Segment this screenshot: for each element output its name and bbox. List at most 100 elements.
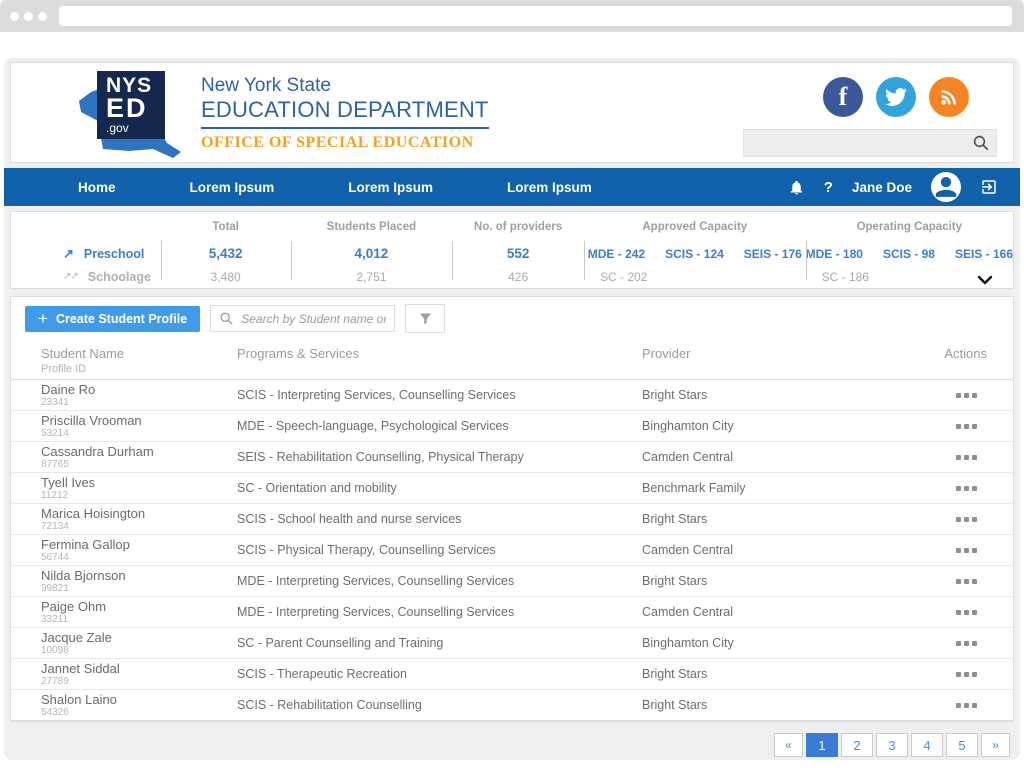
provider-cell: Bright Stars [642, 698, 877, 712]
logo-ed: ED [106, 96, 165, 120]
operating-capacity-sc: SC - 186 [806, 266, 869, 288]
nav-item[interactable]: Home [78, 180, 116, 195]
col-provider: Provider [642, 346, 877, 361]
services-cell: SCIS - Interpreting Services, Counsellin… [237, 388, 642, 402]
page-button[interactable]: 4 [911, 733, 943, 757]
stats-header-approved: Approved Capacity [642, 221, 747, 241]
stats-tab-schoolage[interactable]: ↗↗ Schoolage [63, 270, 151, 284]
capacity-chip: MDE - 180 [806, 247, 863, 261]
table-row[interactable]: Tyell Ives 11212 SC - Orientation and mo… [11, 473, 1013, 504]
nav-item[interactable]: Lorem Ipsum [190, 180, 275, 195]
next-page-button[interactable]: » [981, 733, 1010, 757]
actions-menu-button[interactable] [877, 610, 987, 615]
student-name: Paige Ohm [41, 600, 237, 614]
student-search [210, 305, 395, 332]
table-row[interactable]: Fermina Gallop 56744 SCIS - Physical The… [11, 535, 1013, 566]
table-row[interactable]: Marica Hoisington 72134 SCIS - School he… [11, 504, 1013, 535]
services-cell: SC - Parent Counselling and Training [237, 636, 642, 650]
table-row[interactable]: Cassandra Durham 87765 SEIS - Rehabilita… [11, 442, 1013, 473]
office-subtitle: OFFICE OF SPECIAL EDUCATION [201, 134, 489, 152]
student-search-input[interactable] [241, 312, 386, 326]
actions-menu-button[interactable] [877, 703, 987, 708]
stats-header-placed: Students Placed [327, 221, 416, 241]
nysed-logo-mark: NYS ED .gov [67, 65, 185, 161]
provider-cell: Camden Central [642, 543, 877, 557]
trend-arrow-icon: ↗ [63, 246, 74, 262]
table-row[interactable]: Daine Ro 23341 SCIS - Interpreting Servi… [11, 380, 1013, 411]
filter-button[interactable] [405, 304, 445, 333]
services-cell: SCIS - School health and nurse services [237, 512, 642, 526]
actions-menu-button[interactable] [877, 672, 987, 677]
nysed-logo-square: NYS ED .gov [97, 71, 165, 139]
page-button[interactable]: 1 [806, 733, 838, 757]
window-control-dot[interactable] [24, 12, 33, 21]
actions-menu-button[interactable] [877, 548, 987, 553]
table-row[interactable]: Shalon Laino 54326 SCIS - Rehabilitation… [11, 690, 1013, 721]
col-student-name: Student Name [41, 346, 237, 362]
profile-id: 23341 [41, 397, 237, 408]
students-panel: + Create Student Profile Student Name Pr… [10, 296, 1014, 722]
table-row[interactable]: Priscilla Vrooman 53214 MDE - Speech-lan… [11, 411, 1013, 442]
services-cell: SCIS - Therapeutic Recreation [237, 667, 642, 681]
student-name: Daine Ro [41, 383, 237, 397]
facebook-icon[interactable]: f [823, 77, 863, 117]
col-services: Programs & Services [237, 346, 642, 361]
window-control-dot[interactable] [38, 12, 47, 21]
actions-menu-button[interactable] [877, 424, 987, 429]
agency-title-line1: New York State [201, 74, 489, 97]
capacity-chip: SCIS - 98 [883, 247, 935, 261]
stats-tab-preschool[interactable]: ↗ Preschool [63, 246, 144, 262]
col-actions: Actions [877, 346, 987, 361]
student-name: Marica Hoisington [41, 507, 237, 521]
actions-menu-button[interactable] [877, 486, 987, 491]
site-search-input[interactable] [750, 136, 972, 151]
table-header: Student Name Profile ID Programs & Servi… [11, 339, 1013, 380]
actions-menu-button[interactable] [877, 579, 987, 584]
table-row[interactable]: Nilda Bjornson 99821 MDE - Interpreting … [11, 566, 1013, 597]
social-links: f [743, 77, 969, 117]
stat-providers-schoolage: 426 [508, 266, 528, 288]
site-header: NYS ED .gov New York State EDUCATION DEP… [10, 62, 1014, 163]
twitter-icon[interactable] [876, 77, 916, 117]
avatar[interactable] [931, 172, 961, 202]
actions-menu-button[interactable] [877, 641, 987, 646]
page-button[interactable]: 3 [876, 733, 908, 757]
help-icon[interactable]: ? [824, 179, 833, 196]
services-cell: SEIS - Rehabilitation Counselling, Physi… [237, 450, 642, 464]
chevron-down-icon[interactable] [977, 275, 993, 286]
provider-cell: Camden Central [642, 450, 877, 464]
operating-capacity-values: MDE - 180SCIS - 98SEIS - 166 [806, 241, 1013, 266]
logout-icon[interactable] [980, 178, 998, 196]
table-row[interactable]: Jannet Siddal 27789 SCIS - Therapeutic R… [11, 659, 1013, 690]
col-profile-id: Profile ID [41, 362, 237, 376]
services-cell: SCIS - Rehabilitation Counselling [237, 698, 642, 712]
capacity-chip: SEIS - 176 [744, 247, 802, 261]
nav-items: Home Lorem Ipsum Lorem Ipsum Lorem Ipsum [4, 180, 592, 195]
page-button[interactable]: 2 [841, 733, 873, 757]
nav-item[interactable]: Lorem Ipsum [507, 180, 592, 195]
plus-icon: + [38, 309, 48, 329]
prev-page-button[interactable]: « [774, 733, 803, 757]
browser-url-bar[interactable] [59, 6, 1012, 26]
table-row[interactable]: Paige Ohm 33211 MDE - Interpreting Servi… [11, 597, 1013, 628]
stat-placed-preschool: 4,012 [355, 241, 389, 266]
services-cell: MDE - Interpreting Services, Counselling… [237, 605, 642, 619]
provider-cell: Camden Central [642, 605, 877, 619]
search-icon[interactable] [972, 134, 990, 152]
nav-item[interactable]: Lorem Ipsum [348, 180, 433, 195]
actions-menu-button[interactable] [877, 517, 987, 522]
logo-gov: .gov [106, 121, 165, 135]
student-name: Cassandra Durham [41, 445, 237, 459]
window-control-dot[interactable] [10, 12, 19, 21]
bell-icon[interactable] [788, 179, 805, 196]
profile-id: 33211 [41, 614, 237, 625]
profile-id: 54326 [41, 707, 237, 718]
create-student-profile-button[interactable]: + Create Student Profile [25, 306, 200, 332]
table-row[interactable]: Jacque Zale 10098 SC - Parent Counsellin… [11, 628, 1013, 659]
student-name: Tyell Ives [41, 476, 237, 490]
window-controls[interactable] [10, 12, 47, 21]
actions-menu-button[interactable] [877, 455, 987, 460]
rss-icon[interactable] [929, 77, 969, 117]
page-button[interactable]: 5 [946, 733, 978, 757]
actions-menu-button[interactable] [877, 393, 987, 398]
